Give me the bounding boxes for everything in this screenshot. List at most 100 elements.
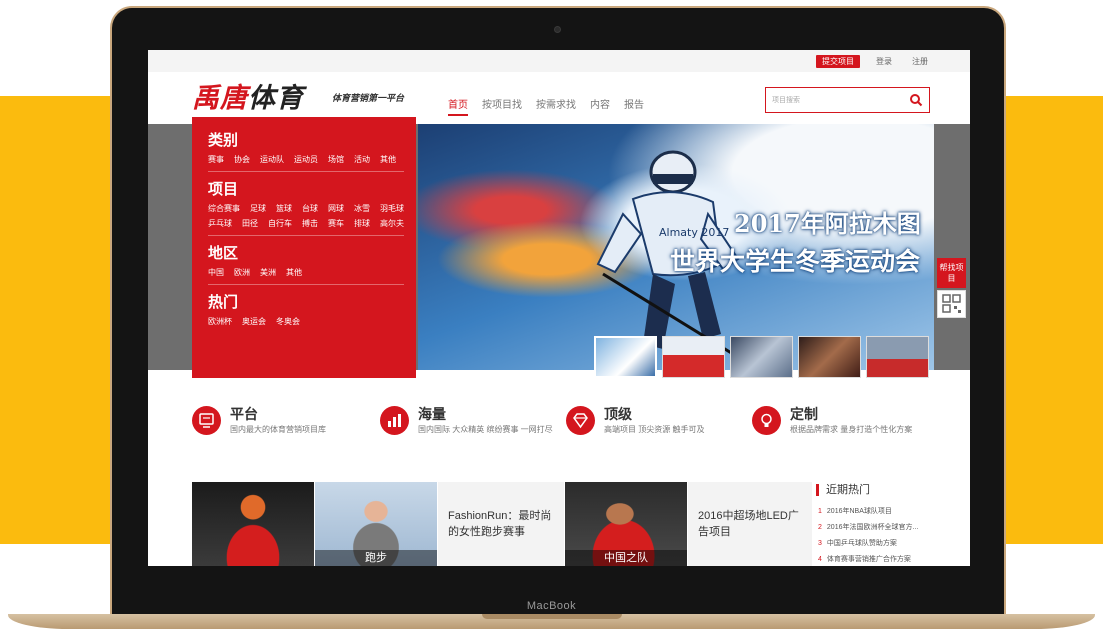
category-item[interactable]: 冰雪	[354, 203, 370, 214]
jersey-text: Almaty 2017	[659, 226, 729, 239]
category-title: 地区	[208, 245, 239, 262]
category-item[interactable]: 欧洲杯	[208, 316, 232, 327]
nav-by-project[interactable]: 按项目找	[482, 96, 522, 111]
running-card-image[interactable]: 跑步	[315, 482, 437, 566]
category-section-hot: 热门 欧洲杯 奥运会 冬奥会	[208, 285, 404, 333]
content-cards: 跑步 FashionRun：最时尚的女性跑步赛事 中国之队 2016中超场地LE…	[192, 482, 812, 566]
feature-title: 定制	[790, 406, 818, 422]
feature-title: 平台	[230, 406, 258, 422]
feature-desc: 高端项目 顶尖资源 触手可及	[604, 425, 705, 434]
category-item[interactable]: 场馆	[328, 154, 344, 165]
lightbulb-icon	[752, 406, 781, 435]
category-item[interactable]: 自行车	[268, 218, 292, 229]
football-card-image[interactable]: 中国之队	[565, 482, 687, 566]
nav-report[interactable]: 报告	[624, 96, 644, 111]
recent-hot-panel: 近期热门 1 2016年NBA球队项目 2 2016年法国欧洲杯全球官方... 3中…	[816, 482, 966, 566]
logo-red-text: 禹唐	[192, 83, 248, 113]
category-item[interactable]: 田径	[242, 218, 258, 229]
feature-desc: 根据品牌需求 量身打造个性化方案	[790, 425, 913, 434]
list-item[interactable]: 3 中国乒乓球队赞助方案	[818, 536, 964, 552]
list-item-number: 3	[818, 540, 822, 547]
laptop-brand-label: MacBook	[526, 600, 577, 612]
category-item[interactable]: 综合赛事	[208, 203, 240, 214]
card-caption: 中国之队	[565, 550, 687, 566]
category-item[interactable]: 高尔夫	[380, 218, 404, 229]
bar-chart-icon	[380, 406, 409, 435]
site-slogan: 体育营销第一平台	[332, 93, 405, 103]
list-item-text: 2016年NBA球队项目	[826, 508, 892, 515]
category-item[interactable]: 羽毛球	[380, 203, 404, 214]
category-item[interactable]: 奥运会	[242, 316, 266, 327]
monitor-icon	[192, 406, 221, 435]
category-section-project: 项目 综合赛事 足球 篮球 台球 网球 冰雪 羽毛球 乒乓球 田径 自行车 搏击…	[208, 172, 404, 236]
camera-icon	[554, 26, 561, 33]
site-logo[interactable]: 禹唐体育	[192, 76, 304, 115]
category-item[interactable]: 篮球	[276, 203, 292, 214]
category-item[interactable]: 足球	[250, 203, 266, 214]
nav-home[interactable]: 首页	[448, 96, 468, 116]
feature-row: 平台 国内最大的体育营销项目库 海量 国内国际 大众精英 缤纷赛事 一网打尽 顶…	[192, 402, 952, 442]
card-caption: 跑步	[315, 550, 437, 566]
category-item[interactable]: 赛车	[328, 218, 344, 229]
category-item[interactable]: 网球	[328, 203, 344, 214]
diamond-icon	[566, 406, 595, 435]
fashionrun-card[interactable]: FashionRun：最时尚的女性跑步赛事	[438, 482, 564, 566]
category-item[interactable]: 冬奥会	[276, 316, 300, 327]
category-item[interactable]: 欧洲	[234, 267, 250, 278]
search-input[interactable]	[772, 94, 902, 107]
category-item[interactable]: 其他	[286, 267, 302, 278]
recent-hot-list: 1 2016年NBA球队项目 2 2016年法国欧洲杯全球官方... 3 中国乒乓球队…	[818, 504, 964, 566]
category-section-type: 类别 赛事 协会 运动队 运动员 场馆 活动 其他	[208, 123, 404, 172]
hero-thumb-4[interactable]	[798, 336, 861, 378]
login-link[interactable]: 登录	[876, 55, 892, 68]
feature-desc: 国内国际 大众精英 缤纷赛事 一网打尽	[418, 425, 553, 434]
category-item[interactable]: 排球	[354, 218, 370, 229]
list-item-number: 1	[818, 508, 822, 515]
basketball-card-image[interactable]	[192, 482, 314, 566]
search-box	[765, 87, 930, 113]
hero-thumb-1[interactable]	[594, 336, 657, 378]
category-item[interactable]: 乒乓球	[208, 218, 232, 229]
category-item[interactable]: 协会	[234, 154, 250, 165]
submit-project-button[interactable]: 提交项目	[816, 55, 860, 68]
category-item[interactable]: 美洲	[260, 267, 276, 278]
feature-desc: 国内最大的体育营销项目库	[230, 425, 326, 434]
list-item-text: 中国乒乓球队赞助方案	[826, 540, 897, 547]
hero-thumb-3[interactable]	[730, 336, 793, 378]
list-item[interactable]: 4 体育赛事营销推广合作方案	[818, 552, 964, 566]
recent-hot-title: 近期热门	[816, 484, 870, 496]
csl-led-card[interactable]: 2016中超场地LED广告项目	[688, 482, 812, 566]
category-item[interactable]: 运动员	[294, 154, 318, 165]
category-item[interactable]: 台球	[302, 203, 318, 214]
category-title: 类别	[208, 132, 239, 149]
main-nav: 首页 按项目找 按需求找 内容 报告	[448, 96, 644, 116]
laptop-notch	[482, 614, 622, 619]
hero-title-line1: 2017年阿拉木图	[734, 209, 921, 238]
hero-thumb-2[interactable]	[662, 336, 725, 378]
list-item[interactable]: 1 2016年NBA球队项目	[818, 504, 964, 520]
search-icon[interactable]	[909, 93, 923, 107]
help-find-project-button[interactable]: 帮找项目	[937, 258, 966, 288]
nav-content[interactable]: 内容	[590, 96, 610, 111]
feature-title: 顶级	[604, 406, 632, 422]
category-item[interactable]: 中国	[208, 267, 224, 278]
nav-by-demand[interactable]: 按需求找	[536, 96, 576, 111]
category-item[interactable]: 赛事	[208, 154, 224, 165]
category-item[interactable]: 其他	[380, 154, 396, 165]
category-item[interactable]: 搏击	[302, 218, 318, 229]
list-item[interactable]: 2 2016年法国欧洲杯全球官方...	[818, 520, 964, 536]
category-item[interactable]: 活动	[354, 154, 370, 165]
category-title: 项目	[208, 181, 239, 198]
category-title: 热门	[208, 294, 239, 311]
top-bar: 提交项目 登录 注册	[148, 50, 970, 72]
category-item[interactable]: 运动队	[260, 154, 284, 165]
qr-code-icon[interactable]	[937, 290, 966, 318]
feature-title: 海量	[418, 406, 446, 422]
category-section-region: 地区 中国 欧洲 美洲 其他	[208, 236, 404, 285]
register-link[interactable]: 注册	[912, 55, 928, 68]
hero-title-line2: 世界大学生冬季运动会	[670, 247, 921, 276]
list-item-text: 2016年法国欧洲杯全球官方...	[826, 524, 919, 531]
hero-thumb-5[interactable]	[866, 336, 929, 378]
list-item-text: 体育赛事营销推广合作方案	[826, 556, 911, 563]
hero-thumbnails	[594, 336, 929, 378]
